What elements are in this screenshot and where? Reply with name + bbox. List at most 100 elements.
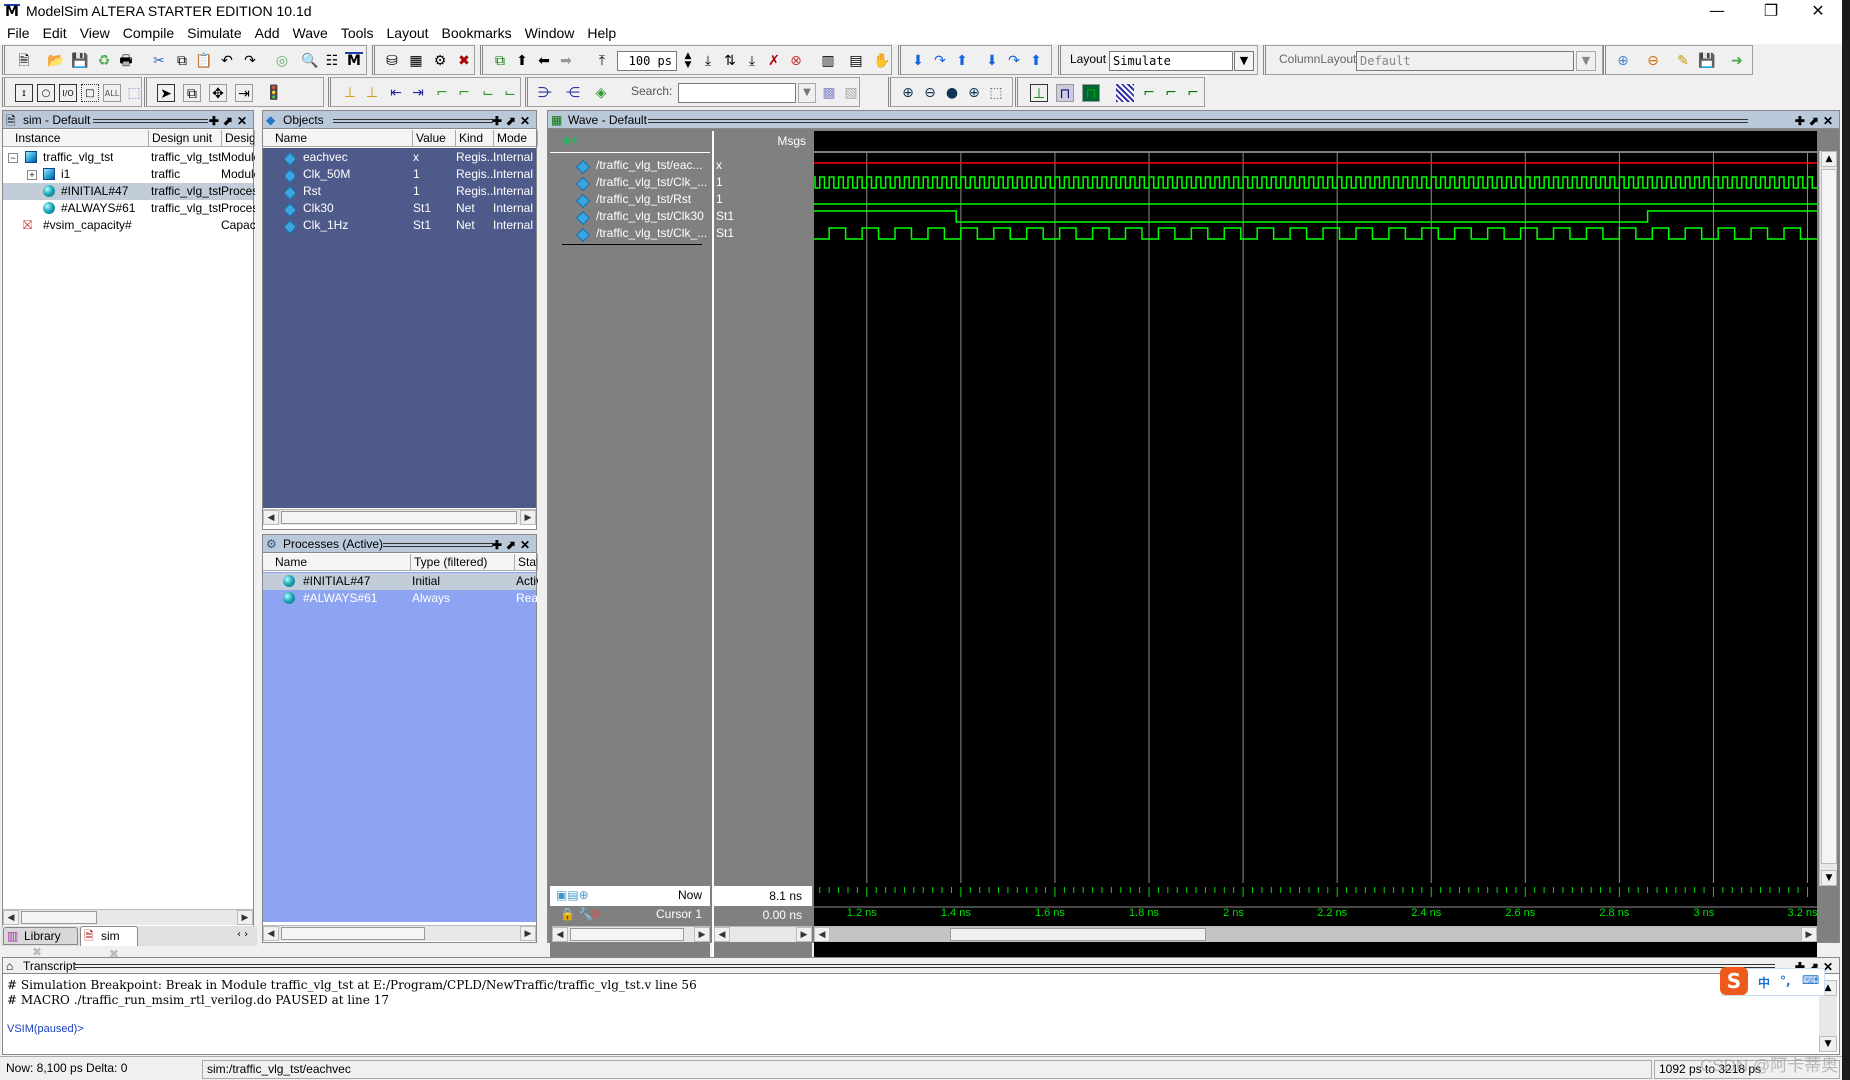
break-icon[interactable]: ⚙ [431, 52, 449, 70]
scroll-thumb[interactable] [950, 928, 1206, 941]
col-type[interactable]: Type (filtered) [411, 554, 515, 570]
modelsim-icon[interactable]: M [345, 52, 363, 70]
filter-icon[interactable]: ⬚ [125, 84, 143, 102]
delete-cursor-icon[interactable]: ⊖ [590, 907, 600, 921]
scroll-right-icon[interactable]: ▶ [237, 910, 253, 925]
pan-icon[interactable]: ✥ [209, 84, 227, 102]
step-into-icon[interactable]: ⧉ [491, 52, 509, 70]
zoom-full-icon[interactable]: ● [943, 84, 961, 102]
scroll-thumb[interactable] [1821, 169, 1837, 864]
collapse-toggle-icon[interactable]: − [8, 153, 18, 163]
scroll-up-icon[interactable]: ▲ [1821, 151, 1837, 167]
menu-view[interactable]: View [73, 24, 116, 41]
step-over-icon[interactable]: ↷ [931, 52, 949, 70]
restore-button[interactable]: ❐ [1748, 0, 1794, 24]
refresh-icon[interactable]: ♻ [95, 52, 113, 70]
edit-layout-icon[interactable]: ✎ [1674, 52, 1692, 70]
paste-icon[interactable]: 📋 [195, 52, 213, 70]
break-run-icon[interactable]: ✗ [765, 52, 783, 70]
vsim-prompt[interactable]: VSIM(paused)> [7, 1023, 1815, 1035]
save-icon[interactable]: 💾 [71, 52, 89, 70]
scroll-left-icon[interactable]: ◀ [814, 927, 830, 942]
collapse-icon[interactable]: ⋲ [564, 84, 582, 102]
menu-compile[interactable]: Compile [116, 24, 180, 41]
dock-icon[interactable]: ✚ [209, 114, 223, 128]
col-mode[interactable]: Mode [494, 130, 538, 146]
process-row-selected[interactable]: #INITIAL#47 Initial Active [263, 573, 538, 590]
zoom-cursor-icon[interactable]: ⊕ [965, 84, 983, 102]
search-dropdown-chevron-icon[interactable]: ▼ [798, 83, 816, 103]
drag-handle[interactable] [648, 119, 1748, 123]
drag-handle[interactable] [93, 119, 208, 123]
undock-icon[interactable]: ⬈ [223, 114, 237, 128]
processes-horizontal-scrollbar[interactable]: ◀ ▶ [263, 925, 536, 941]
literal-format-icon[interactable]: ⊥ [1030, 84, 1048, 102]
names-horizontal-scrollbar[interactable]: ◀ ▶ [552, 926, 710, 942]
input-mode-icon[interactable]: ɪ [15, 84, 33, 102]
search-input[interactable] [678, 83, 796, 103]
run-length-input[interactable] [617, 51, 677, 71]
values-horizontal-scrollbar[interactable]: ◀ ▶ [714, 926, 812, 942]
dock-icon[interactable]: ✚ [492, 538, 506, 552]
object-row[interactable]: eachvec x Regis... Internal [263, 149, 536, 167]
scroll-left-icon[interactable]: ◀ [552, 927, 568, 942]
close-button[interactable]: ✕ [1795, 0, 1841, 24]
scroll-down-icon[interactable]: ▼ [1821, 870, 1837, 886]
dock-icon[interactable]: ✚ [1795, 114, 1809, 128]
zoom-in-icon[interactable]: ⊕ [899, 84, 917, 102]
output-mode-icon[interactable]: ○ [37, 84, 55, 102]
undock-icon[interactable]: ⬈ [1809, 114, 1823, 128]
menu-tools[interactable]: Tools [334, 24, 380, 41]
zoom-range-icon[interactable]: ⬚ [987, 84, 1005, 102]
process-row[interactable]: #ALWAYS#61 Always Ready [263, 590, 538, 607]
edge-icon-2[interactable]: ⌐ [1162, 84, 1180, 102]
run-all-icon[interactable]: ⤓ [743, 52, 761, 70]
cut-icon[interactable]: ✂ [150, 52, 168, 70]
add-cursor-icon[interactable]: ⊥ [341, 84, 359, 102]
menu-add[interactable]: Add [248, 24, 286, 41]
col-design-unit[interactable]: Design unit [149, 130, 222, 146]
step-over-c-icon[interactable]: ↷ [1005, 52, 1023, 70]
tree-row-selected[interactable]: #INITIAL#47 traffic_vlg_tst Process [3, 183, 255, 200]
wave-horizontal-scrollbar[interactable]: ◀ ▶ [814, 926, 1817, 942]
step-out-c-icon[interactable]: ⬆ [1027, 52, 1045, 70]
menu-window[interactable]: Window [518, 24, 581, 41]
search-options-icon[interactable]: ▩ [820, 84, 838, 102]
run-icon[interactable]: ⤓ [699, 52, 717, 70]
zoom-box-icon[interactable]: ⧉ [183, 84, 201, 102]
compile-all-icon[interactable]: ⛁ [383, 52, 401, 70]
run-length-spinner[interactable]: ▲ ▼ [679, 52, 697, 70]
ime-mode[interactable]: 中 [1758, 974, 1770, 991]
ime-punctuation[interactable]: °, [1780, 974, 1791, 988]
undock-icon[interactable]: ⬈ [506, 114, 520, 128]
logic-format-icon[interactable]: ⊓ [1056, 84, 1074, 102]
next-falling-icon[interactable]: ⌐ [455, 84, 473, 102]
sogou-ime-icon[interactable]: S [1720, 967, 1748, 995]
col-state[interactable]: State [515, 554, 538, 570]
scroll-thumb[interactable] [281, 511, 517, 524]
wave-signal-row[interactable]: /traffic_vlg_tst/eac... [550, 157, 710, 175]
expand-icon[interactable]: ⋺ [536, 84, 554, 102]
new-file-icon[interactable]: 🗎 [15, 52, 33, 70]
undo-icon[interactable]: ↶ [218, 52, 236, 70]
drag-handle[interactable] [333, 119, 493, 123]
drag-handle[interactable] [75, 964, 1775, 968]
expand-toggle-icon[interactable]: + [27, 170, 37, 180]
scroll-right-icon[interactable]: ▶ [694, 927, 710, 942]
close-panel-icon[interactable]: ✕ [520, 114, 534, 128]
simulate-icon[interactable]: ▦ [407, 52, 425, 70]
scroll-thumb[interactable] [21, 911, 97, 924]
apply-layout-icon[interactable]: ➜ [1728, 52, 1746, 70]
compile-icon[interactable]: ◎ [273, 52, 291, 70]
minimize-button[interactable]: — [1694, 0, 1740, 24]
tab-sim[interactable]: 🗎 sim ✖ [80, 926, 138, 961]
object-row[interactable]: Clk30 St1 Net Internal [263, 200, 536, 218]
menu-wave[interactable]: Wave [286, 24, 334, 41]
undock-icon[interactable]: ⬈ [506, 538, 520, 552]
keyboard-icon[interactable]: ⌨ [1802, 973, 1819, 987]
close-panel-icon[interactable]: ✕ [1823, 114, 1837, 128]
scroll-thumb[interactable] [570, 928, 684, 941]
copy-icon[interactable]: ⧉ [173, 52, 191, 70]
edge-icon-3[interactable]: ⌐ [1184, 84, 1202, 102]
layout-select[interactable]: Simulate [1109, 51, 1233, 71]
